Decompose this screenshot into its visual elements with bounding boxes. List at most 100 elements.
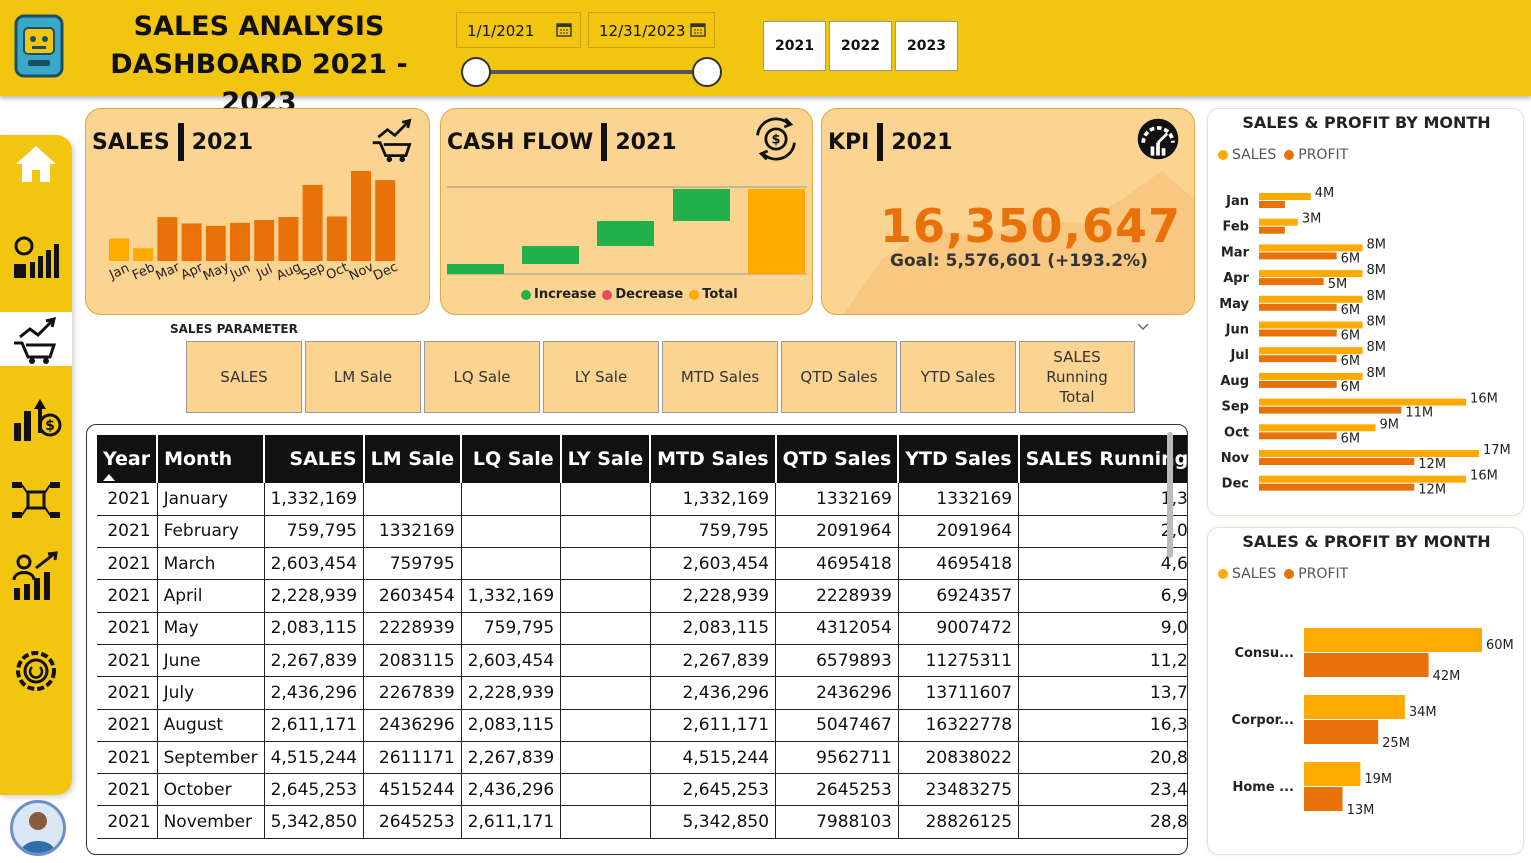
analytics-icon[interactable] [10,232,62,284]
year-button-2022[interactable]: 2022 [829,21,892,71]
sales-bar[interactable] [1259,295,1363,303]
table-row[interactable]: 2021 June 2,267,839 2083115 2,603,454 2,267,8… [97,644,1187,678]
profit-bar[interactable] [1259,458,1415,465]
table-row[interactable]: 2021 April 2,228,939 2603454 1,332,169 2,228,… [97,579,1187,613]
table-cell: 16,322,778 [1018,709,1187,742]
chevron-down-icon[interactable] [1137,320,1149,332]
table-cell: 2021 [97,612,158,645]
table-header-cell[interactable]: MTD Sales [650,435,777,483]
sales-cart-icon[interactable] [10,313,62,365]
network-icon[interactable] [10,474,62,526]
table-header-cell[interactable]: Month [157,435,266,483]
sales-bar[interactable] [1259,244,1363,252]
sales-bar[interactable] [1259,321,1363,329]
sort-ascending-icon[interactable] [103,474,115,481]
table-header-cell[interactable]: LM Sale [363,435,463,483]
sales-bar[interactable] [1259,193,1311,200]
profit-bar[interactable] [1259,380,1337,388]
sales-bar[interactable] [1259,475,1467,483]
table-row[interactable]: 2021 January 1,332,169 1,332,169 1332169 1332… [97,483,1187,516]
table-cell: 1,332,169 [650,483,777,516]
year-button-2021[interactable]: 2021 [763,21,826,71]
sales-bar[interactable] [1304,762,1361,786]
table-scrollbar[interactable] [1167,432,1173,558]
sales-bar[interactable] [1259,218,1298,226]
table-cell: 6924357 [898,579,1020,613]
param-option-running-total[interactable]: SALES Running Total [1019,341,1135,413]
profit-bar[interactable] [1304,653,1429,677]
data-label: 6M [1341,354,1361,369]
table-row[interactable]: 2021 October 2,645,253 4515244 2,436,296 2,64… [97,773,1187,807]
profit-bar[interactable] [1304,787,1343,811]
date-range-start-handle[interactable] [461,57,491,87]
table-cell: 5,342,850 [264,805,365,839]
table-header-cell[interactable]: LY Sale [560,435,652,483]
profit-bar[interactable] [1259,483,1415,491]
table-row[interactable]: 2021 July 2,436,296 2267839 2,228,939 2,436,2… [97,676,1187,710]
profit-bar[interactable] [1259,432,1337,440]
calendar-icon[interactable] [690,21,706,37]
table-header-cell[interactable]: LQ Sale [461,435,562,483]
end-date-input[interactable]: 12/31/2023 [588,12,715,48]
profit-bar[interactable] [1259,329,1337,337]
param-option-ly-sale[interactable]: LY Sale [543,341,659,413]
user-avatar-icon [21,812,55,853]
data-label: 8M [1367,366,1387,381]
table-row[interactable]: 2021 September 4,515,244 2611171 2,267,839 4,… [97,741,1187,775]
table-header-cell[interactable]: QTD Sales [775,435,900,483]
profit-bar[interactable] [1259,303,1337,311]
sales-bar[interactable] [1259,270,1363,278]
profit-bar[interactable] [1259,406,1402,414]
sales-bar [351,171,371,261]
year-button-2023[interactable]: 2023 [895,21,958,71]
cashflow-card: CASH FLOW 2021 $ Increase Decrease Total [440,108,813,315]
category-tick-label: Aug [1220,374,1249,389]
settings-icon[interactable] [10,645,62,697]
profit-bar[interactable] [1259,355,1337,363]
date-range-end-handle[interactable] [692,57,722,87]
avatar[interactable] [10,800,66,856]
table-cell: 2436296 [775,676,899,710]
people-growth-icon[interactable] [10,550,62,602]
table-cell [560,773,651,807]
category-tick-label: Jun [1225,323,1249,338]
data-label: 8M [1367,289,1387,304]
table-cell [560,676,651,710]
table-row[interactable]: 2021 March 2,603,454 759795 2,603,454 4695418… [97,547,1187,581]
sales-bar[interactable] [1259,372,1363,380]
param-option-lm-sale[interactable]: LM Sale [305,341,421,413]
sales-bar[interactable] [1259,424,1376,432]
param-option-qtd-sales[interactable]: QTD Sales [781,341,897,413]
table-cell [461,483,562,516]
sales-bar[interactable] [1304,628,1482,652]
start-date-input[interactable]: 1/1/2021 [456,12,581,48]
profit-bar[interactable] [1304,720,1379,744]
table-header-cell[interactable]: YTD Sales [898,435,1020,483]
table-row[interactable]: 2021 May 2,083,115 2228939 759,795 2,083,115 4… [97,612,1187,645]
date-range-slider-track[interactable] [476,70,706,74]
sales-bar[interactable] [1259,398,1467,406]
home-icon[interactable] [10,138,62,190]
sales-bar[interactable] [1259,347,1363,355]
table-row[interactable]: 2021 February 759,795 1332169 759,795 2091964… [97,515,1187,549]
table-header-cell[interactable]: SALES [264,435,365,483]
table-header-cell[interactable]: Year [97,435,159,483]
finance-icon[interactable]: $ [10,393,62,445]
sales-bar[interactable] [1304,695,1405,719]
table-row[interactable]: 2021 August 2,611,171 2436296 2,083,115 2,611… [97,709,1187,742]
table-row[interactable]: 2021 November 5,342,850 2645253 2,611,171 5,3… [97,805,1187,839]
table-cell: 2021 [97,741,158,775]
param-option-mtd-sales[interactable]: MTD Sales [662,341,778,413]
sales-bar[interactable] [1259,450,1479,457]
param-option-lq-sale[interactable]: LQ Sale [424,341,540,413]
param-option-sales[interactable]: SALES [186,341,302,413]
category-tick-label: Oct [1224,425,1249,440]
profit-bar[interactable] [1259,201,1285,208]
profit-bar[interactable] [1259,252,1337,260]
param-option-ytd-sales[interactable]: YTD Sales [900,341,1016,413]
profit-bar[interactable] [1259,226,1285,234]
calendar-icon[interactable] [556,21,572,37]
table-header-cell[interactable]: SALES Running Total [1018,435,1187,483]
profit-bar[interactable] [1259,278,1324,286]
table-cell: May [157,612,265,645]
